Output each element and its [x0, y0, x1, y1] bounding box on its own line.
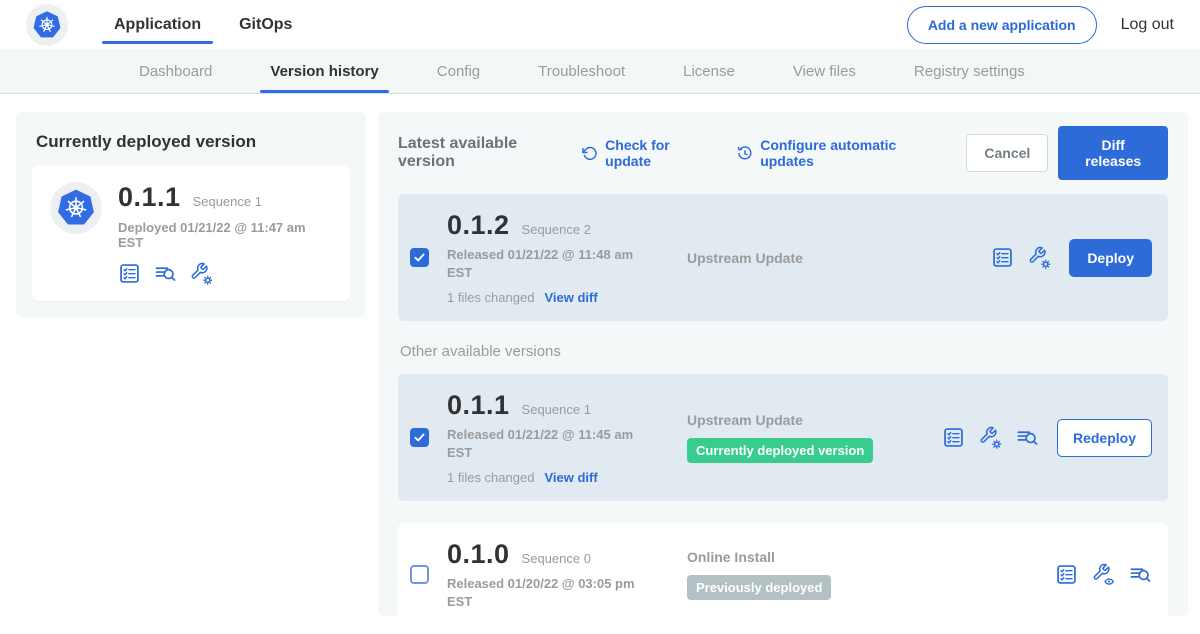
deployed-version-number: 0.1.1 [118, 182, 181, 213]
version-source-label: Upstream Update [687, 412, 942, 428]
previously-deployed-badge: Previously deployed [687, 575, 831, 600]
checkmark-icon [413, 431, 426, 444]
cancel-button[interactable]: Cancel [966, 134, 1048, 172]
tab-gitops[interactable]: GitOps [225, 0, 306, 50]
deployed-version-card: 0.1.1 Sequence 1 Deployed 01/21/22 @ 11:… [32, 166, 350, 301]
currently-deployed-panel: Currently deployed version 0.1.1 Sequenc… [16, 112, 366, 317]
configure-updates-label: Configure automatic updates [760, 137, 940, 169]
subnav-view-files[interactable]: View files [793, 51, 856, 93]
preflight-checks-icon[interactable] [991, 246, 1014, 269]
currently-deployed-title: Currently deployed version [36, 132, 350, 152]
sequence-label: Sequence 0 [522, 551, 591, 566]
redeploy-button[interactable]: Redeploy [1057, 419, 1152, 457]
version-checkbox[interactable] [410, 248, 429, 267]
version-number: 0.1.1 [447, 390, 510, 421]
subnav-config[interactable]: Config [437, 51, 480, 93]
version-number: 0.1.2 [447, 210, 510, 241]
preflight-checks-icon[interactable] [118, 262, 141, 285]
edit-config-icon[interactable] [190, 262, 213, 285]
version-source-label: Online Install [687, 549, 942, 565]
deploy-button[interactable]: Deploy [1069, 239, 1152, 277]
version-row-0-1-1: 0.1.1 Sequence 1 Released 01/21/22 @ 11:… [398, 374, 1168, 501]
preflight-checks-icon[interactable] [942, 426, 965, 449]
top-nav: Application GitOps Add a new application… [0, 0, 1200, 50]
check-for-update-label: Check for update [605, 137, 711, 169]
view-diff-link[interactable]: View diff [544, 470, 597, 485]
check-for-update-link[interactable]: Check for update [582, 137, 711, 169]
subnav-license[interactable]: License [683, 51, 735, 93]
diff-releases-button[interactable]: Diff releases [1058, 126, 1168, 180]
subnav-troubleshoot[interactable]: Troubleshoot [538, 51, 625, 93]
view-logs-icon[interactable] [1016, 426, 1039, 449]
version-checkbox[interactable] [410, 565, 429, 584]
configure-automatic-updates-link[interactable]: Configure automatic updates [737, 137, 940, 169]
version-number: 0.1.0 [447, 539, 510, 570]
deployed-sequence-label: Sequence 1 [193, 194, 262, 209]
sequence-label: Sequence 2 [522, 222, 591, 237]
add-application-button[interactable]: Add a new application [907, 6, 1097, 44]
version-row-0-1-0: 0.1.0 Sequence 0 Released 01/20/22 @ 03:… [398, 523, 1168, 626]
preflight-checks-icon[interactable] [1055, 563, 1078, 586]
deployed-version-details: 0.1.1 Sequence 1 Deployed 01/21/22 @ 11:… [118, 182, 332, 285]
view-logs-icon[interactable] [1129, 563, 1152, 586]
view-config-icon[interactable] [1092, 563, 1115, 586]
tab-application[interactable]: Application [100, 0, 215, 50]
auto-update-icon [737, 145, 753, 162]
kubernetes-icon [26, 4, 68, 46]
kubernetes-icon [50, 182, 102, 234]
files-changed-label: 1 files changed [447, 470, 534, 485]
view-logs-icon[interactable] [154, 262, 177, 285]
app-subnav: Dashboard Version history Config Trouble… [0, 50, 1200, 94]
version-source-label: Upstream Update [687, 250, 942, 266]
available-versions-panel: Latest available version Check for updat… [378, 112, 1188, 616]
refresh-icon [582, 145, 598, 162]
version-checkbox[interactable] [410, 428, 429, 447]
released-timestamp: Released 01/21/22 @ 11:48 am EST [447, 246, 647, 281]
subnav-version-history[interactable]: Version history [270, 51, 378, 93]
edit-config-icon[interactable] [979, 426, 1002, 449]
version-row-0-1-2: 0.1.2 Sequence 2 Released 01/21/22 @ 11:… [398, 194, 1168, 321]
files-changed-label: 1 files changed [447, 290, 534, 305]
view-diff-link[interactable]: View diff [544, 290, 597, 305]
released-timestamp: Released 01/20/22 @ 03:05 pm EST [447, 575, 647, 610]
main-content: Currently deployed version 0.1.1 Sequenc… [0, 94, 1200, 616]
deployed-timestamp: Deployed 01/21/22 @ 11:47 am EST [118, 220, 332, 250]
subnav-registry-settings[interactable]: Registry settings [914, 51, 1025, 93]
latest-available-title: Latest available version [398, 135, 566, 171]
currently-deployed-badge: Currently deployed version [687, 438, 873, 463]
checkmark-icon [413, 251, 426, 264]
subnav-dashboard[interactable]: Dashboard [139, 51, 212, 93]
sequence-label: Sequence 1 [522, 402, 591, 417]
logout-link[interactable]: Log out [1121, 16, 1174, 34]
released-timestamp: Released 01/21/22 @ 11:45 am EST [447, 426, 647, 461]
edit-config-icon[interactable] [1028, 246, 1051, 269]
other-available-versions-title: Other available versions [400, 343, 1168, 360]
